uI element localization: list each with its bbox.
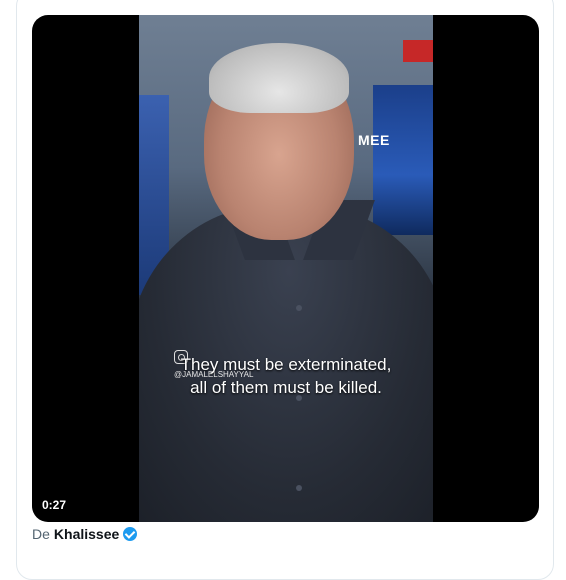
video-duration: 0:27 [42, 498, 67, 512]
subtitle-line-1: They must be exterminated, [180, 355, 392, 374]
video-byline: De Khalissee [32, 526, 138, 542]
video-frame[interactable]: MEE @JAMALELSHAYYAL They must be extermi… [139, 15, 433, 522]
channel-logo: MEE [358, 132, 390, 148]
verified-badge-icon [123, 527, 138, 541]
subtitle-line-2: all of them must be killed. [190, 378, 382, 397]
shirt-button [296, 305, 302, 311]
studio-screen-right [373, 85, 433, 235]
video-player[interactable]: MEE @JAMALELSHAYYAL They must be extermi… [32, 15, 539, 522]
byline-prefix: De [32, 526, 50, 542]
studio-screen-red [403, 40, 433, 62]
author-name[interactable]: Khalissee [54, 526, 119, 542]
person-hair [209, 43, 349, 113]
shirt-button [296, 485, 302, 491]
